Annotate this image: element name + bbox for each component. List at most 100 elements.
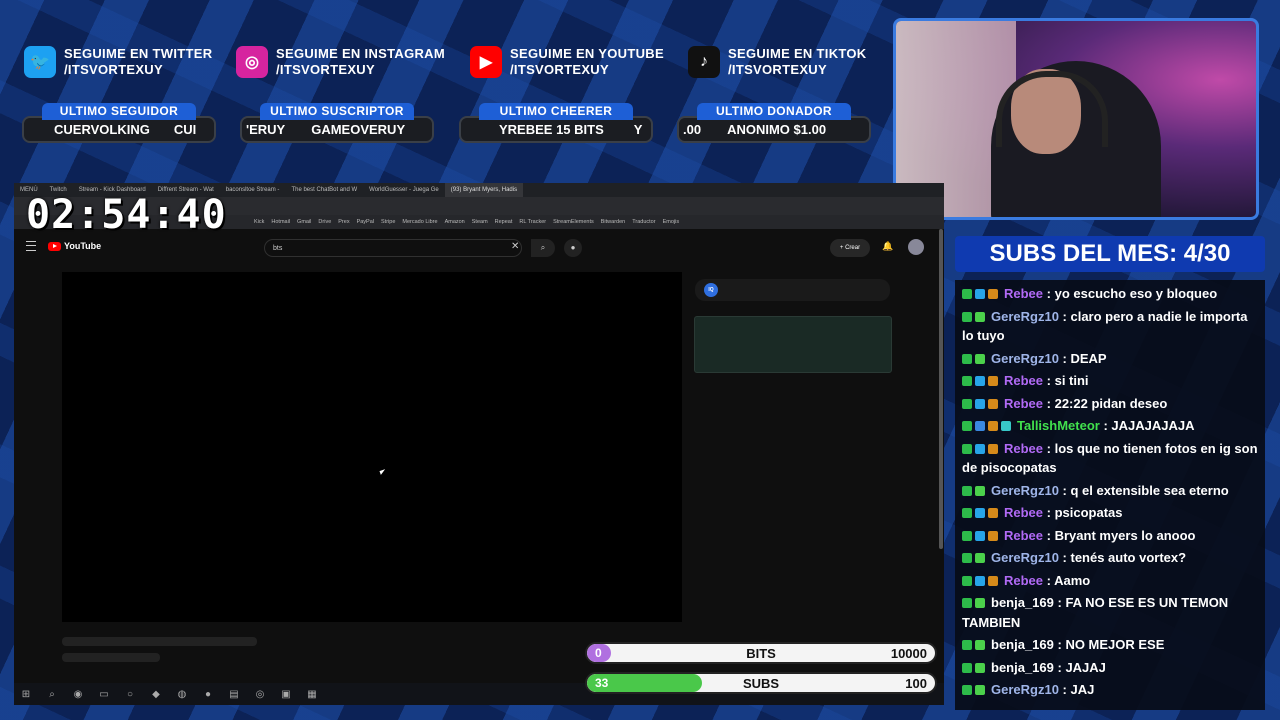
chat-username[interactable]: Rebee [1004, 441, 1043, 456]
browser-tab[interactable]: WorldGuesser - Juega Ge [363, 183, 445, 197]
bookmark-item[interactable]: Steam [472, 219, 488, 225]
create-button[interactable]: + Crear [830, 239, 870, 257]
microphone-button[interactable]: ● [564, 239, 582, 257]
youtube-play-icon: ▶ [470, 46, 502, 78]
folder-icon[interactable]: ▭ [97, 689, 111, 700]
bookmark-item[interactable]: Emojis [663, 219, 680, 225]
scrollbar[interactable] [939, 229, 943, 549]
chat-badge-icon [975, 311, 985, 322]
subs-goal-label: SUBS [742, 676, 780, 691]
chat-badge-icon [962, 508, 972, 518]
alert-header: ULTIMO CHEERER [479, 103, 633, 120]
bookmark-item[interactable]: PayPal [357, 219, 374, 225]
chat-separator: : [1043, 286, 1055, 301]
chat-username[interactable]: benja_169 [991, 637, 1054, 652]
alert-body: .00 ANONIMO $1.00 [677, 116, 871, 143]
close-icon[interactable]: ✕ [511, 241, 519, 252]
chat-message: benja_169 : JAJAJ [962, 658, 1259, 678]
obs-icon[interactable]: ▣ [279, 689, 293, 700]
browser-tab[interactable]: (93) Bryant Myers, Hadis [444, 183, 524, 197]
sidebar-card [694, 316, 892, 373]
bookmark-item[interactable]: Amazon [445, 219, 465, 225]
social-handle: /ITSVORTEXUY [64, 62, 163, 77]
chat-badge-icon [975, 553, 985, 563]
bookmark-item[interactable]: StreamElements [553, 219, 594, 225]
menu-icon[interactable] [26, 241, 36, 251]
chat-username[interactable]: benja_169 [991, 595, 1054, 610]
chat-badge-icon [962, 485, 972, 496]
chat-username[interactable]: GereRgz10 [991, 682, 1059, 697]
search-button[interactable]: ⌕ [531, 239, 555, 257]
avatar[interactable] [908, 239, 924, 255]
windows-start-icon[interactable]: ⊞ [19, 689, 33, 700]
chat-username[interactable]: GereRgz10 [991, 309, 1059, 324]
chat-message: Rebee : si tini [962, 371, 1259, 391]
chat-badge-icon [988, 289, 998, 299]
instagram-icon: ◎ [236, 46, 268, 78]
alert-body: CUERVOLKING CUI [22, 116, 216, 143]
title-skeleton [62, 637, 257, 646]
chat-username[interactable]: Rebee [1004, 286, 1043, 301]
chat-message: Rebee : los que no tienen fotos en ig so… [962, 439, 1259, 478]
chat-badge-icon [988, 398, 998, 409]
bookmark-item[interactable]: Kick [254, 219, 264, 225]
bits-goal-bar: 0 BITS 10000 [585, 642, 937, 664]
chat-badge-icon [962, 530, 972, 541]
opera-icon[interactable]: ○ [123, 689, 137, 700]
alert-box: YREBEE 15 BITS Y ULTIMO CHEERER [459, 103, 653, 143]
bookmark-item[interactable]: Repeat [495, 219, 513, 225]
chat-badge-icon [962, 398, 972, 409]
browser-tab[interactable]: The best ChatBot and W [285, 183, 363, 197]
bookmark-item[interactable]: Hotmail [271, 219, 290, 225]
chat-username[interactable]: GereRgz10 [991, 483, 1059, 498]
bookmark-item[interactable]: Stripe [381, 219, 395, 225]
extension-pill[interactable]: IQ [695, 279, 890, 301]
youtube-logo[interactable]: YouTube [48, 241, 101, 251]
calculator-icon[interactable]: ▦ [305, 689, 319, 700]
bookmark-item[interactable]: RL Tracker [519, 219, 546, 225]
chat-message: benja_169 : NO MEJOR ESE [962, 635, 1259, 655]
bookmark-item[interactable]: Drive [318, 219, 331, 225]
video-player[interactable] [62, 272, 682, 622]
chat-username[interactable]: Rebee [1004, 396, 1043, 411]
bookmark-item[interactable]: Bitwarden [601, 219, 625, 225]
bookmark-item[interactable]: Traductor [632, 219, 655, 225]
search-input[interactable]: bts [264, 239, 522, 257]
spotify-icon[interactable]: ● [201, 689, 215, 700]
chat-username[interactable]: TallishMeteor [1017, 418, 1100, 433]
chat-message: benja_169 : FA NO ESE ES UN TEMON TAMBIE… [962, 593, 1259, 632]
discord-icon[interactable]: ◆ [149, 689, 163, 700]
app-icon[interactable]: ▤ [227, 689, 241, 700]
search-icon: ⌕ [540, 243, 546, 252]
chat-username[interactable]: Rebee [1004, 573, 1043, 588]
chat-separator: : [1099, 418, 1112, 433]
tiktok-icon: ♪ [688, 46, 720, 78]
steam-icon[interactable]: ◍ [175, 689, 189, 700]
bell-icon[interactable]: 🔔 [882, 241, 893, 252]
chat-username[interactable]: Rebee [1004, 373, 1043, 388]
chat-username[interactable]: GereRgz10 [991, 550, 1059, 565]
whatsapp-icon[interactable]: ◉ [71, 689, 85, 700]
subs-goal-bar: 33 SUBS 100 [585, 672, 937, 694]
search-icon[interactable]: ⌕ [45, 689, 59, 700]
chat-separator: : [1043, 505, 1055, 520]
bookmark-item[interactable]: Mercado Libre [402, 219, 437, 225]
social-instagram: ◎ SEGUIME EN INSTAGRAM/ITSVORTEXUY [236, 42, 445, 82]
chat-badge-icon [962, 640, 972, 650]
chat-username[interactable]: GereRgz10 [991, 351, 1059, 366]
chat-username[interactable]: benja_169 [991, 660, 1054, 675]
chat-username[interactable]: Rebee [1004, 528, 1043, 543]
chat-badge-icon [962, 376, 972, 386]
browser-tab[interactable]: baconsltoe Stream - [220, 183, 286, 197]
chat-username[interactable]: Rebee [1004, 505, 1043, 520]
chat-message: GereRgz10 : DEAP [962, 349, 1259, 369]
subs-goal-max: 100 [905, 676, 927, 691]
chat-message: GereRgz10 : claro pero a nadie le import… [962, 307, 1259, 346]
chat-badge-icon [975, 485, 985, 496]
chat-badge-icon [975, 575, 985, 586]
bookmark-item[interactable]: Gmail [297, 219, 311, 225]
chat-badge-icon [975, 530, 985, 541]
bookmark-item[interactable]: Prex [338, 219, 349, 225]
chrome-icon[interactable]: ◎ [253, 689, 267, 700]
captured-desktop: MENÚ Twitch Stream - Kick Dashboard Diffren… [14, 183, 944, 705]
